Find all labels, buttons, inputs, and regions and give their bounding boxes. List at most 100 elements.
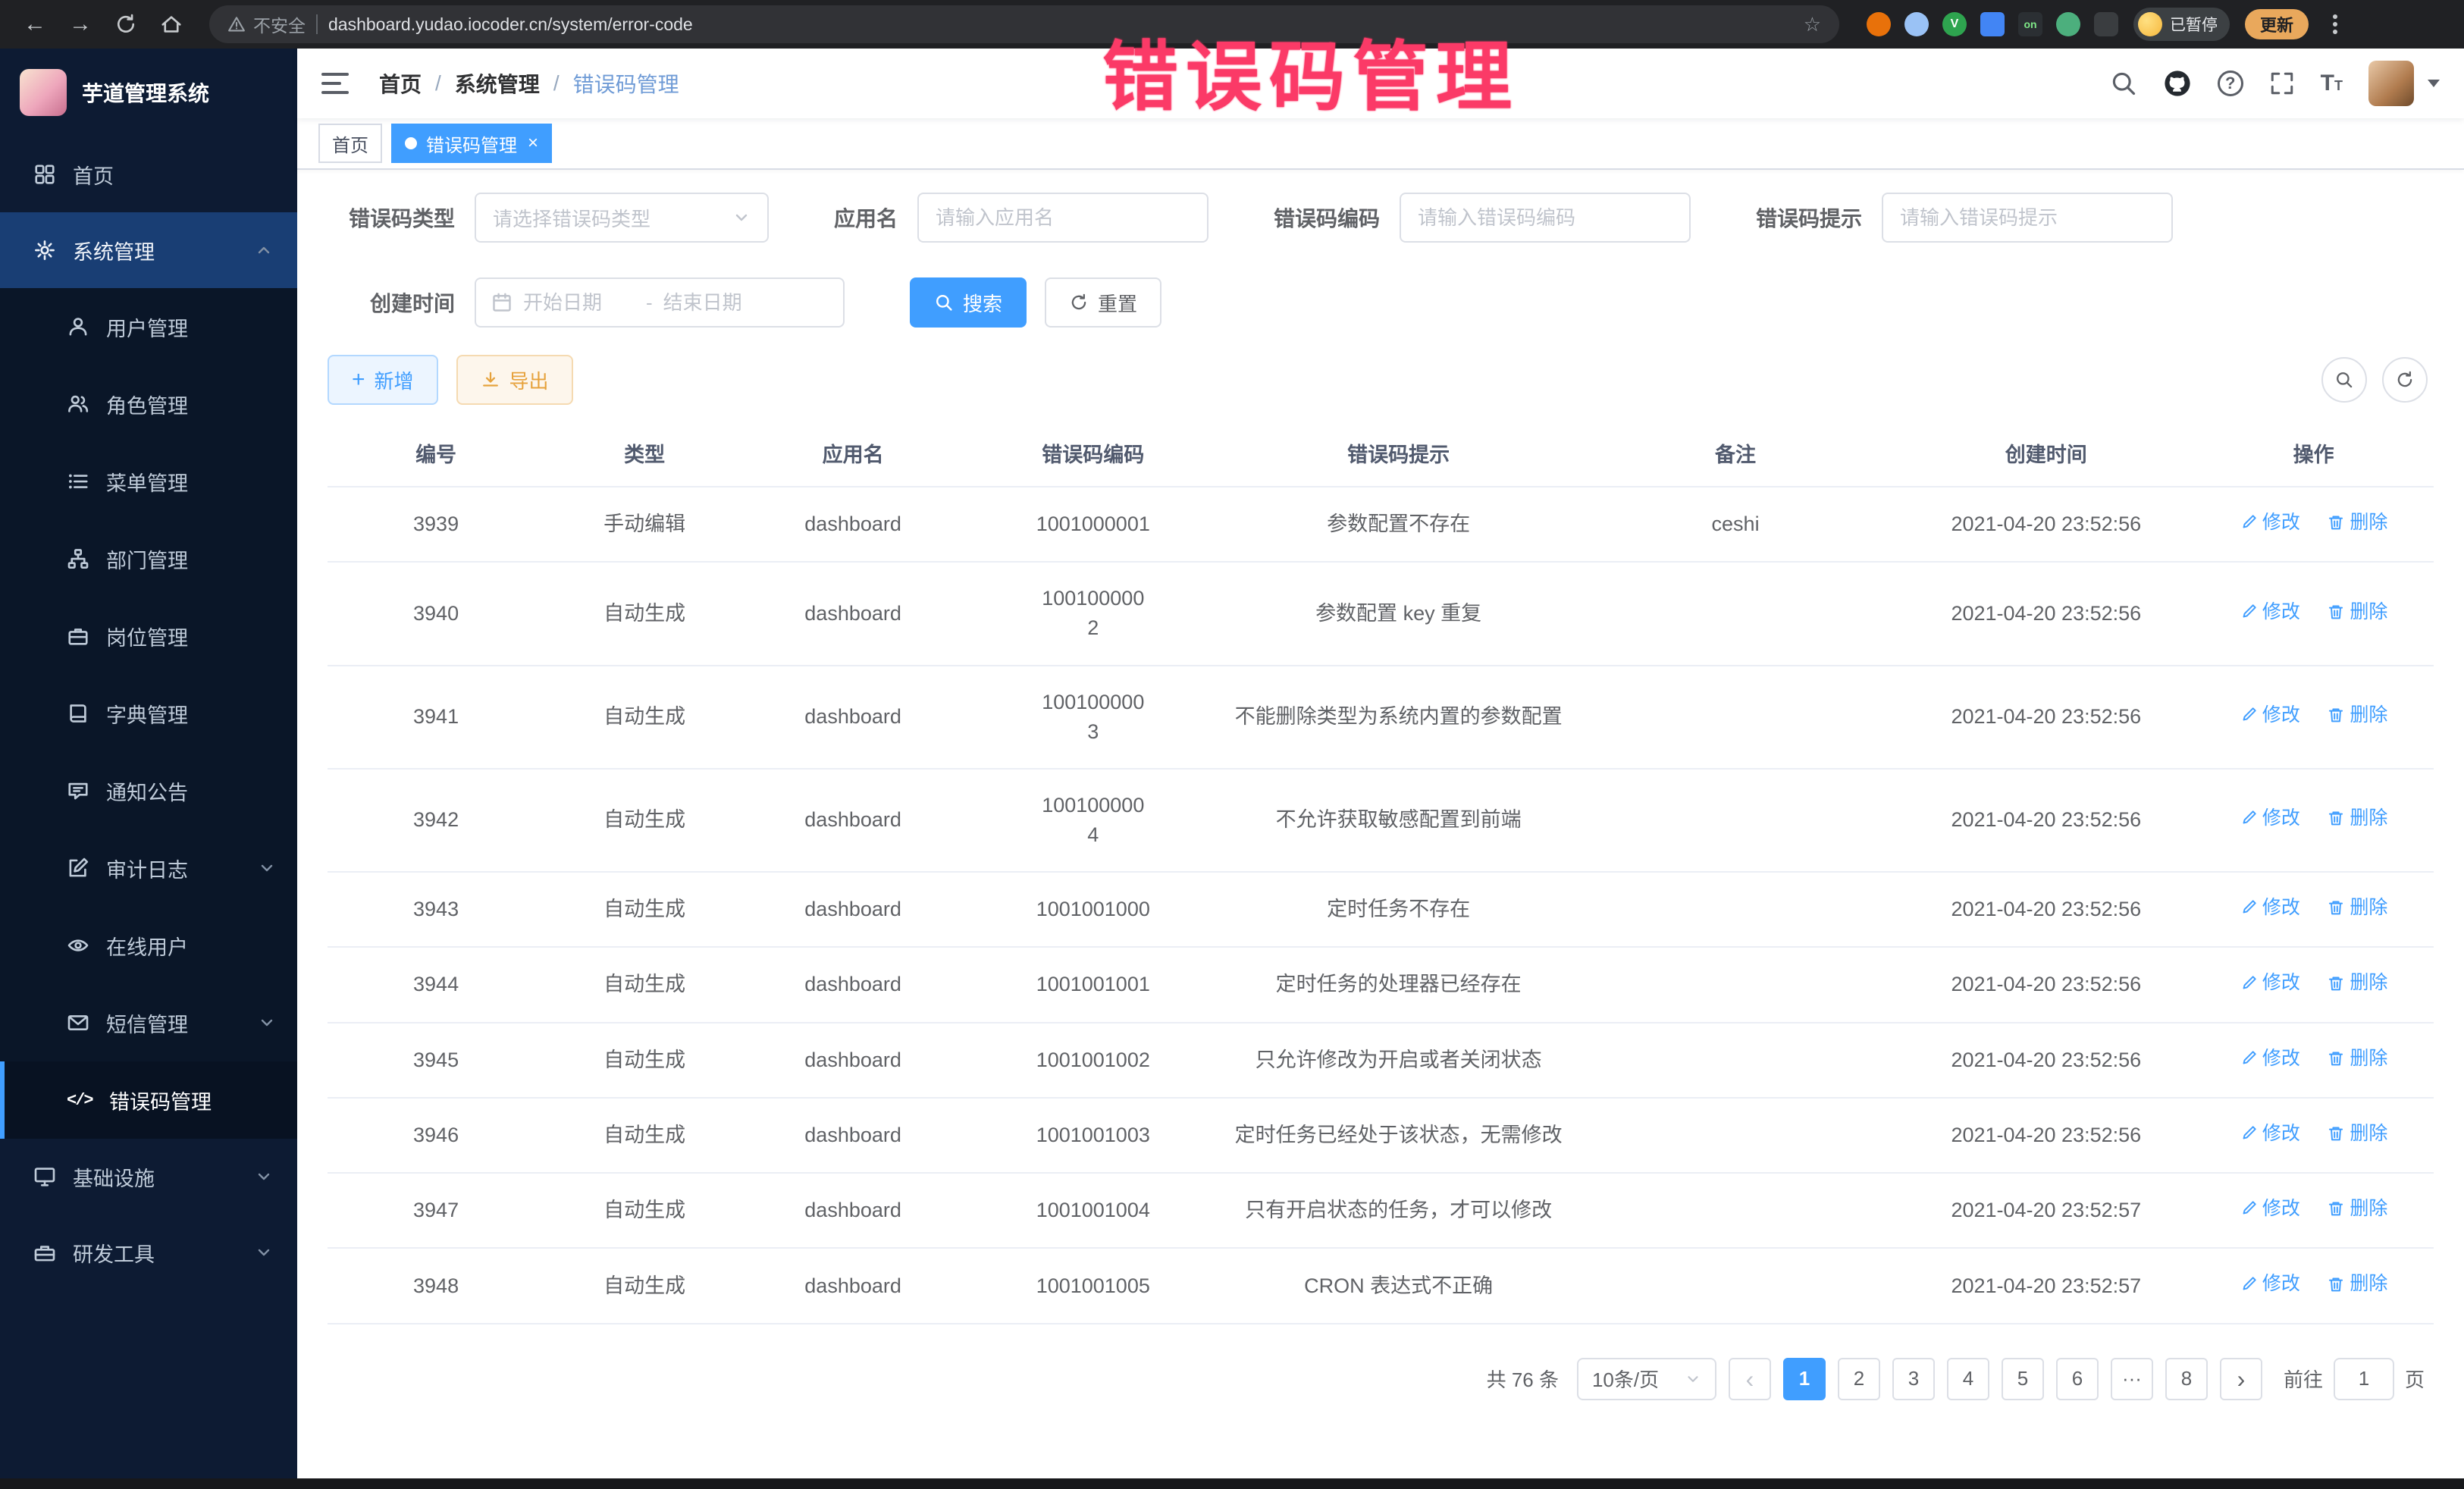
sidebar-item-infrastructure[interactable]: 基础设施 (0, 1139, 297, 1215)
avatar[interactable] (2368, 61, 2414, 106)
delete-link[interactable]: 删除 (2327, 509, 2387, 536)
page-button[interactable]: 6 (2056, 1358, 2099, 1400)
delete-link[interactable]: 删除 (2327, 969, 2387, 996)
sidebar-item-sms[interactable]: 短信管理 (0, 984, 297, 1061)
close-icon[interactable]: × (528, 134, 538, 152)
sidebar-item-dictionary[interactable]: 字典管理 (0, 675, 297, 752)
browser-menu-icon[interactable] (2327, 8, 2343, 40)
date-range-picker[interactable]: - (475, 277, 845, 328)
sidebar-item-menus[interactable]: 菜单管理 (0, 443, 297, 520)
edit-link[interactable]: 修改 (2240, 804, 2300, 832)
edit-link[interactable]: 修改 (2240, 1195, 2300, 1222)
prev-page-button[interactable]: ‹ (1729, 1358, 1771, 1400)
edit-link[interactable]: 修改 (2240, 1120, 2300, 1147)
extension-icon[interactable] (1867, 12, 1891, 36)
table-toolbar: + 新增 导出 (328, 355, 2434, 405)
github-icon[interactable] (2163, 69, 2192, 98)
delete-link[interactable]: 删除 (2327, 894, 2387, 921)
error-code-input[interactable] (1400, 193, 1691, 243)
edit-link[interactable]: 修改 (2240, 509, 2300, 536)
extension-icon[interactable]: V (1942, 12, 1967, 36)
delete-link[interactable]: 删除 (2327, 598, 2387, 625)
bookmark-star-icon[interactable]: ☆ (1804, 13, 1821, 36)
page-button[interactable]: 1 (1783, 1358, 1826, 1400)
address-bar[interactable]: 不安全 dashboard.yudao.iocoder.cn/system/er… (209, 5, 1839, 43)
end-date-input[interactable] (663, 291, 776, 315)
help-icon[interactable]: ? (2218, 71, 2243, 96)
breadcrumb-home[interactable]: 首页 (379, 68, 422, 99)
app-navbar: 首页 / 系统管理 / 错误码管理 ? TT (297, 49, 2464, 118)
sidebar-item-error-code[interactable]: </> 错误码管理 (0, 1061, 297, 1139)
next-page-button[interactable]: › (2220, 1358, 2262, 1400)
app-name-input[interactable] (917, 193, 1208, 243)
sidebar-item-posts[interactable]: 岗位管理 (0, 597, 297, 675)
font-size-icon[interactable]: TT (2321, 72, 2343, 95)
delete-link[interactable]: 删除 (2327, 701, 2387, 729)
edit-link[interactable]: 修改 (2240, 969, 2300, 996)
book-icon (67, 702, 89, 725)
edit-link[interactable]: 修改 (2240, 598, 2300, 625)
page-button[interactable]: 8 (2165, 1358, 2208, 1400)
sidebar-item-online-users[interactable]: 在线用户 (0, 907, 297, 984)
reset-button[interactable]: 重置 (1045, 277, 1161, 328)
more-pages-button[interactable]: ··· (2111, 1358, 2153, 1400)
page-size-select[interactable]: 10条/页 (1577, 1358, 1716, 1400)
error-msg-input[interactable] (1882, 193, 2173, 243)
edit-link[interactable]: 修改 (2240, 701, 2300, 729)
back-icon[interactable]: ← (15, 6, 55, 42)
delete-link[interactable]: 删除 (2327, 804, 2387, 832)
extension-icon[interactable] (1980, 12, 2005, 36)
start-date-input[interactable] (523, 291, 635, 315)
users-icon (67, 393, 89, 415)
page-button[interactable]: 2 (1838, 1358, 1880, 1400)
delete-link[interactable]: 删除 (2327, 1120, 2387, 1147)
trash-icon (2327, 513, 2345, 531)
goto-page-input[interactable] (2334, 1358, 2394, 1400)
home-icon[interactable] (152, 6, 191, 42)
page-button[interactable]: 5 (2002, 1358, 2044, 1400)
browser-toolbar: ← → 不安全 dashboard.yudao.iocoder.cn/syste… (0, 0, 2464, 49)
extension-icon[interactable] (1904, 12, 1929, 36)
extension-icon[interactable]: on (2018, 12, 2042, 36)
sidebar-item-roles[interactable]: 角色管理 (0, 365, 297, 443)
user-icon (67, 315, 89, 338)
export-button[interactable]: 导出 (456, 355, 573, 405)
page-button[interactable]: 4 (1947, 1358, 1989, 1400)
search-icon[interactable] (2110, 70, 2137, 97)
breadcrumb-system[interactable]: 系统管理 (455, 68, 540, 99)
sidebar-item-audit-log[interactable]: 审计日志 (0, 829, 297, 907)
browser-profile-chip[interactable]: 已暂停 (2133, 8, 2230, 41)
briefcase-icon (67, 625, 89, 647)
edit-icon (2240, 1049, 2258, 1067)
edit-link[interactable]: 修改 (2240, 1270, 2300, 1297)
sidebar-item-system[interactable]: 系统管理 (0, 212, 297, 288)
hamburger-icon[interactable] (321, 68, 352, 99)
sidebar-item-users[interactable]: 用户管理 (0, 288, 297, 365)
add-button[interactable]: + 新增 (328, 355, 438, 405)
toggle-search-button[interactable] (2321, 357, 2367, 403)
app-logo: 芋道管理系统 (0, 49, 297, 136)
fullscreen-icon[interactable] (2269, 71, 2295, 96)
edit-link[interactable]: 修改 (2240, 1045, 2300, 1072)
refresh-table-button[interactable] (2382, 357, 2428, 403)
search-button[interactable]: 搜索 (910, 277, 1027, 328)
edit-link[interactable]: 修改 (2240, 894, 2300, 921)
delete-link[interactable]: 删除 (2327, 1195, 2387, 1222)
tag-home[interactable]: 首页 (318, 124, 382, 163)
table-row: 3943 自动生成 dashboard 1001001000 定时任务不存在 2… (328, 872, 2434, 947)
page-button[interactable]: 3 (1892, 1358, 1935, 1400)
sidebar-item-departments[interactable]: 部门管理 (0, 520, 297, 597)
delete-link[interactable]: 删除 (2327, 1045, 2387, 1072)
reload-icon[interactable] (106, 6, 146, 42)
extension-icon[interactable] (2056, 12, 2080, 36)
browser-update-button[interactable]: 更新 (2245, 9, 2309, 39)
sidebar-item-home[interactable]: 首页 (0, 136, 297, 212)
forward-icon[interactable]: → (61, 6, 100, 42)
tag-error-code[interactable]: 错误码管理 × (391, 124, 552, 163)
error-type-select[interactable]: 请选择错误码类型 (475, 193, 769, 243)
sidebar-item-notices[interactable]: 通知公告 (0, 752, 297, 829)
delete-link[interactable]: 删除 (2327, 1270, 2387, 1297)
extension-icon[interactable] (2094, 12, 2118, 36)
sidebar-item-devtools[interactable]: 研发工具 (0, 1215, 297, 1290)
caret-down-icon[interactable] (2428, 80, 2440, 87)
